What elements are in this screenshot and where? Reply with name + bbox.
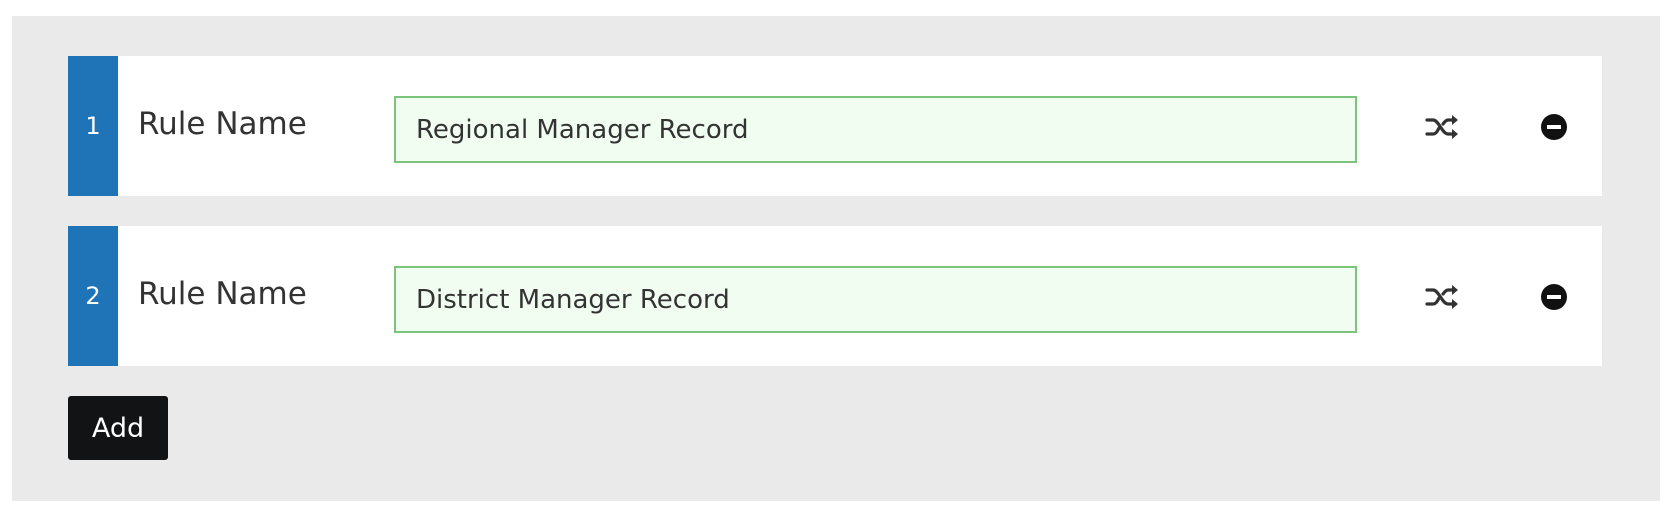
rule-row: 1 Rule Name (68, 56, 1602, 196)
rule-index-badge: 2 (68, 226, 118, 366)
minus-circle-icon (1541, 114, 1567, 140)
shuffle-button[interactable] (1421, 276, 1463, 318)
rule-name-input[interactable] (394, 266, 1357, 333)
rule-name-label: Rule Name (138, 106, 307, 142)
rule-index-badge: 1 (68, 56, 118, 196)
rule-row: 2 Rule Name (68, 226, 1602, 366)
shuffle-icon (1425, 285, 1458, 309)
rules-panel: 1 Rule Name 2 Rule Name (12, 16, 1660, 501)
add-rule-button[interactable]: Add (68, 396, 168, 460)
shuffle-button[interactable] (1421, 106, 1463, 148)
remove-rule-button[interactable] (1533, 106, 1575, 148)
minus-circle-icon (1541, 284, 1567, 310)
rule-name-input[interactable] (394, 96, 1357, 163)
rule-name-label: Rule Name (138, 276, 307, 312)
remove-rule-button[interactable] (1533, 276, 1575, 318)
shuffle-icon (1425, 115, 1458, 139)
